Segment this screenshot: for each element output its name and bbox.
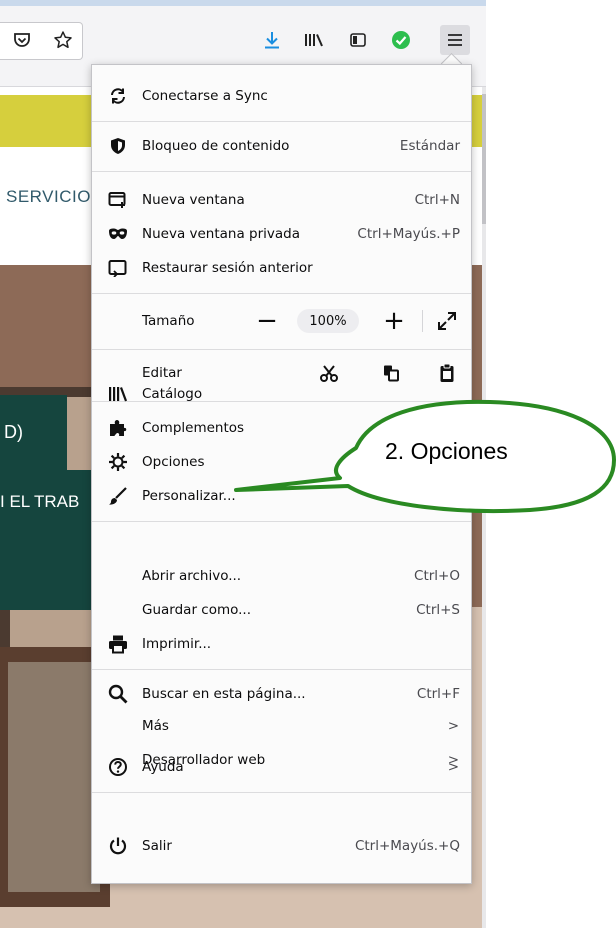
toolbar-top-edge <box>0 0 486 6</box>
fullscreen-icon[interactable] <box>434 308 460 334</box>
hamburger-menu-icon[interactable] <box>440 25 470 55</box>
library-icon <box>108 384 128 404</box>
restore-session-icon <box>108 258 128 278</box>
menu-item-label: Restaurar sesión anterior <box>142 260 313 276</box>
menu-item-quit[interactable]: Salir Ctrl+Mayús.+Q <box>92 831 471 861</box>
menu-item-label: Nueva ventana privada <box>142 226 301 242</box>
menu-item-label: Catálogo <box>142 386 203 402</box>
menu-item-print[interactable]: Imprimir... <box>92 629 471 659</box>
menu-item-find[interactable]: Buscar en esta página... Ctrl+F <box>92 679 471 709</box>
shortcut: Ctrl+O <box>414 568 460 584</box>
menu-item-open-file[interactable]: Abrir archivo... Ctrl+O <box>92 561 471 591</box>
zoom-out-button[interactable]: − <box>254 308 280 334</box>
menu-item-restore-session[interactable]: Restaurar sesión anterior <box>92 253 471 283</box>
menu-separator <box>92 293 471 294</box>
extension-check-icon[interactable] <box>386 25 416 55</box>
printer-icon <box>108 634 128 654</box>
menu-separator <box>92 521 471 522</box>
menu-item-label: Personalizar... <box>142 488 236 504</box>
menu-separator <box>92 349 471 350</box>
shortcut: Ctrl+Mayús.+P <box>357 226 460 242</box>
menu-item-help[interactable]: Ayuda > <box>92 752 471 782</box>
library-icon[interactable] <box>299 25 329 55</box>
menu-item-label: Opciones <box>142 454 205 470</box>
menu-item-label: Abrir archivo... <box>142 568 242 584</box>
menu-separator <box>92 121 471 122</box>
chevron-right-icon: > <box>447 759 459 775</box>
zoom-label: Tamaño <box>142 313 195 329</box>
menu-item-label: Buscar en esta página... <box>142 686 306 702</box>
menu-item-label: Guardar como... <box>142 602 252 618</box>
search-icon <box>108 684 128 704</box>
zoom-in-button[interactable]: + <box>381 308 407 334</box>
menu-item-label: Complementos <box>142 420 245 436</box>
chevron-right-icon: > <box>447 718 459 734</box>
private-mask-icon <box>108 224 128 244</box>
menu-separator <box>92 171 471 172</box>
shortcut: Ctrl+N <box>414 192 460 208</box>
teal-banner-top-text: D) <box>4 422 23 442</box>
menu-row-zoom: Tamaño − 100% + <box>92 303 471 339</box>
new-window-icon <box>108 190 128 210</box>
teal-banner-bottom-text: I EL TRAB <box>0 492 80 511</box>
zoom-reset-button[interactable]: 100% <box>297 309 359 333</box>
puzzle-icon <box>108 418 128 438</box>
menu-item-new-window[interactable]: Nueva ventana Ctrl+N <box>92 185 471 215</box>
photo-window-glass <box>8 662 100 892</box>
sync-icon <box>108 86 128 106</box>
callout-text: 2. Opciones <box>385 438 508 464</box>
content-blocking-level: Estándar <box>399 138 460 154</box>
power-icon <box>108 836 128 856</box>
shortcut: Ctrl+F <box>416 686 460 702</box>
menu-item-label: Conectarse a Sync <box>142 88 268 104</box>
menu-item-content-blocking[interactable]: Bloqueo de contenido Estándar <box>92 131 471 161</box>
shortcut: Ctrl+Mayús.+Q <box>354 838 460 854</box>
shield-icon <box>108 136 128 156</box>
menu-item-save-as[interactable]: Guardar como... Ctrl+S <box>92 595 471 625</box>
menu-item-new-private-window[interactable]: Nueva ventana privada Ctrl+Mayús.+P <box>92 219 471 249</box>
shortcut: Ctrl+S <box>416 602 460 618</box>
bookmark-star-icon[interactable] <box>48 25 78 55</box>
vertical-separator <box>422 310 423 332</box>
menu-item-label: Nueva ventana <box>142 192 245 208</box>
pocket-icon[interactable] <box>7 25 37 55</box>
menu-item-label: Bloqueo de contenido <box>142 138 290 154</box>
brush-icon <box>108 486 128 506</box>
menu-item-label: Imprimir... <box>142 636 212 652</box>
menu-item-label: Salir <box>142 838 172 854</box>
sidebar-icon[interactable] <box>343 25 373 55</box>
gear-icon <box>108 452 128 472</box>
teal-banner-bottom <box>0 470 91 610</box>
menu-item-label: Ayuda <box>142 759 184 775</box>
downloads-icon[interactable] <box>257 25 287 55</box>
menu-separator <box>92 792 471 793</box>
help-icon <box>108 757 128 777</box>
menu-item-sync[interactable]: Conectarse a Sync <box>92 81 471 111</box>
menu-item-label: Más <box>142 718 169 734</box>
nav-text-servicio[interactable]: SERVICIO <box>6 187 91 207</box>
menu-item-more[interactable]: Más > <box>92 711 471 741</box>
menu-separator <box>92 669 471 670</box>
